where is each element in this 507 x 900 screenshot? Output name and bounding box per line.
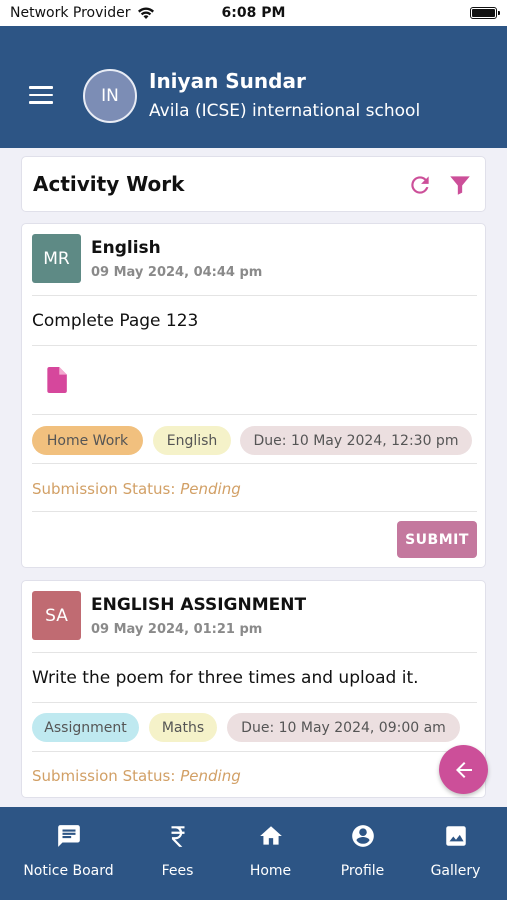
nav-label: Fees [161, 863, 194, 879]
submission-status: Submission Status: Pending [32, 767, 241, 785]
teacher-avatar: SA [32, 591, 81, 640]
page-title-bar: Activity Work [21, 156, 486, 212]
notice-board-icon [58, 825, 80, 847]
back-fab-button[interactable] [439, 745, 488, 794]
hamburger-menu-icon[interactable] [29, 86, 55, 108]
submission-status-label: Submission Status: [32, 767, 176, 785]
bottom-nav: Notice Board Fees Home Profile Gallery [0, 807, 507, 900]
page-title: Activity Work [33, 172, 185, 196]
activity-description: Write the poem for three times and uploa… [32, 668, 419, 688]
submission-status-value: Pending [180, 480, 241, 498]
teacher-avatar: MR [32, 234, 81, 283]
activity-card[interactable]: SA ENGLISH ASSIGNMENT 09 May 2024, 01:21… [21, 580, 486, 798]
school-name: Avila (ICSE) international school [149, 101, 421, 121]
app-header: IN Iniyan Sundar Avila (ICSE) internatio… [0, 26, 507, 148]
tag-category: Assignment [32, 713, 139, 742]
tag-subject: Maths [149, 713, 217, 742]
nav-label: Home [249, 863, 292, 879]
activity-description: Complete Page 123 [32, 311, 199, 331]
divider [32, 751, 477, 752]
clock: 6:08 PM [221, 5, 286, 21]
arrow-left-icon [455, 761, 472, 778]
rupee-icon [171, 826, 185, 847]
nav-label: Notice Board [23, 863, 114, 879]
activity-subject: ENGLISH ASSIGNMENT [91, 595, 307, 615]
home-icon [260, 826, 282, 845]
divider [32, 463, 477, 464]
nav-label: Profile [340, 863, 385, 879]
tag-subject: English [153, 426, 231, 455]
submission-status: Submission Status: Pending [32, 480, 241, 498]
user-avatar[interactable]: IN [83, 69, 137, 123]
divider [32, 414, 477, 415]
status-bar: Network Provider 6:08 PM [0, 0, 507, 26]
nav-notice-board[interactable]: Notice Board [18, 807, 119, 900]
activity-list-area[interactable]: Activity Work MR English 09 May 2024, 04… [0, 148, 507, 807]
user-name: Iniyan Sundar [149, 69, 306, 93]
battery-icon [470, 7, 500, 19]
document-icon[interactable] [45, 367, 67, 393]
tag-category: Home Work [32, 426, 143, 455]
nav-fees[interactable]: Fees [127, 807, 228, 900]
tag-due-date: Due: 10 May 2024, 12:30 pm [240, 426, 472, 455]
nav-home[interactable]: Home [220, 807, 321, 900]
nav-label: Gallery [430, 863, 481, 879]
divider [32, 345, 477, 346]
divider [32, 652, 477, 653]
submit-button[interactable]: SUBMIT [397, 521, 477, 558]
nav-profile[interactable]: Profile [312, 807, 413, 900]
activity-date: 09 May 2024, 04:44 pm [91, 265, 263, 280]
nav-gallery[interactable]: Gallery [405, 807, 506, 900]
filter-icon[interactable] [447, 172, 473, 198]
profile-icon [352, 825, 374, 847]
divider [32, 702, 477, 703]
tag-due-date: Due: 10 May 2024, 09:00 am [227, 713, 460, 742]
activity-card[interactable]: MR English 09 May 2024, 04:44 pm Complet… [21, 223, 486, 568]
activity-subject: English [91, 238, 161, 258]
activity-date: 09 May 2024, 01:21 pm [91, 622, 263, 637]
submission-status-value: Pending [180, 767, 241, 785]
divider [32, 511, 477, 512]
divider [32, 295, 477, 296]
refresh-icon[interactable] [407, 172, 433, 198]
submission-status-label: Submission Status: [32, 480, 176, 498]
gallery-icon [446, 826, 466, 846]
